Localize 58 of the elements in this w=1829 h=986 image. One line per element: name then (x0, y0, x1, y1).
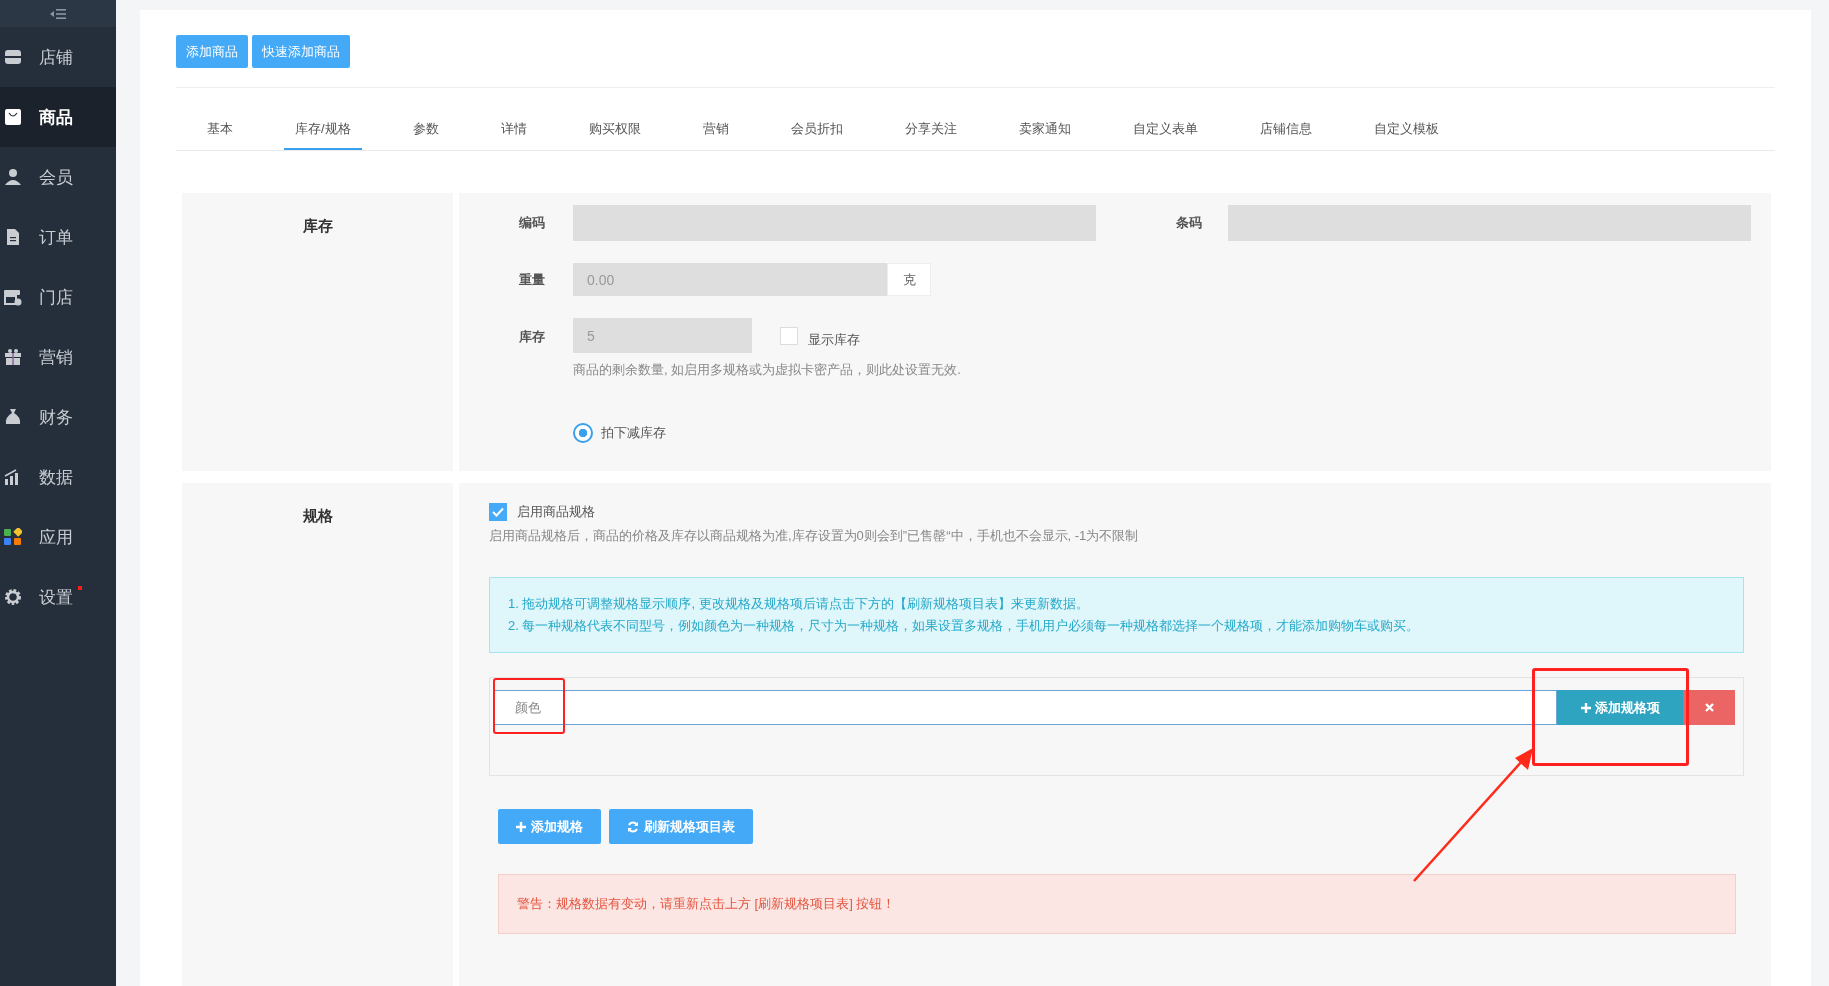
section-title: 库存 (302, 217, 333, 236)
sidebar-item[interactable]: 订单 (0, 207, 116, 267)
tab[interactable]: 自定义模板 (1362, 120, 1450, 150)
tab[interactable]: 详情 (489, 120, 538, 150)
radio-label: 拍下减库存 (601, 424, 666, 442)
collapse-menu-icon[interactable] (50, 8, 66, 19)
checkbox-label: 启用商品规格 (517, 503, 595, 521)
checkbox-label: 显示库存 (808, 330, 860, 349)
shopping-bag-icon (4, 108, 22, 126)
plus-icon (516, 821, 526, 832)
close-icon (1704, 703, 1714, 712)
settings-icon (4, 588, 22, 606)
barcode-input-field[interactable] (1228, 205, 1751, 241)
sidebar-item[interactable]: 设置 (0, 567, 116, 627)
spec-name-input-field[interactable]: 颜色 (494, 690, 1557, 725)
sidebar-item[interactable]: 数据 (0, 447, 116, 507)
code-input-field[interactable] (573, 205, 1096, 241)
sidebar-item[interactable]: 会员 (0, 147, 116, 207)
sidebar-item[interactable]: 门店 (0, 267, 116, 327)
unit-label: 克 (887, 263, 931, 296)
field-label: 编码 (519, 214, 546, 232)
tab[interactable]: 购买权限 (577, 120, 652, 150)
tab[interactable]: 参数 (401, 120, 450, 150)
field-label: 库存 (519, 328, 546, 346)
sidebar-item[interactable]: 店铺 (0, 27, 116, 87)
info-text: 1. 拖动规格可调整规格显示顺序, 更改规格及规格项后请点击下方的【刷新规格项目表】来更新数据。 (508, 595, 1090, 613)
apps-icon (4, 528, 22, 546)
help-text: 启用商品规格后，商品的价格及库存以商品规格为准,库存设置为0则会到”已售罄“中，手机也不会显示, -1为不限制 (489, 527, 1140, 545)
checkbox[interactable] (489, 503, 507, 521)
tab[interactable]: 店铺信息 (1248, 120, 1323, 150)
section-title: 规格 (302, 507, 333, 526)
field-label: 条码 (1176, 214, 1203, 232)
refresh-icon (627, 820, 639, 833)
money-bag-icon (4, 408, 22, 426)
warning-text: 警告：规格数据有变动，请重新点击上方 [刷新规格项目表] 按钮！ (517, 896, 896, 911)
shop-gear-icon (4, 288, 22, 306)
sidebar-item[interactable]: 营销 (0, 327, 116, 387)
delete-button[interactable] (1683, 690, 1735, 725)
tab[interactable]: 库存/规格 (284, 120, 362, 150)
tab[interactable]: 卖家通知 (1007, 120, 1082, 150)
document-icon (4, 228, 22, 246)
sidebar-item[interactable]: 应用 (0, 507, 116, 567)
tab[interactable]: 会员折扣 (779, 120, 854, 150)
user-icon (4, 168, 22, 186)
field-label: 重量 (519, 270, 546, 289)
tab[interactable]: 分享关注 (893, 120, 968, 150)
tab[interactable]: 自定义表单 (1121, 120, 1209, 150)
gift-icon (4, 348, 22, 366)
radio-button[interactable] (573, 423, 593, 443)
sidebar-item[interactable]: 商品 (0, 87, 116, 147)
highlight-box (493, 678, 565, 734)
sidebar-item[interactable]: 财务 (0, 387, 116, 447)
store-icon (4, 48, 22, 66)
tab[interactable]: 基本 (196, 120, 244, 150)
info-text: 2. 每一种规格代表不同型号，例如颜色为一种规格，尺寸为一种规格，如果设置多规格，手机用户必须每一种规格都选择一个规格项，才能添加购物车或购买。 (508, 617, 1421, 635)
plus-icon (1580, 702, 1591, 713)
help-text: 商品的剩余数量, 如启用多规格或为虚拟卡密产品，则此处设置无效. (573, 361, 961, 379)
tab[interactable]: 营销 (691, 120, 740, 150)
